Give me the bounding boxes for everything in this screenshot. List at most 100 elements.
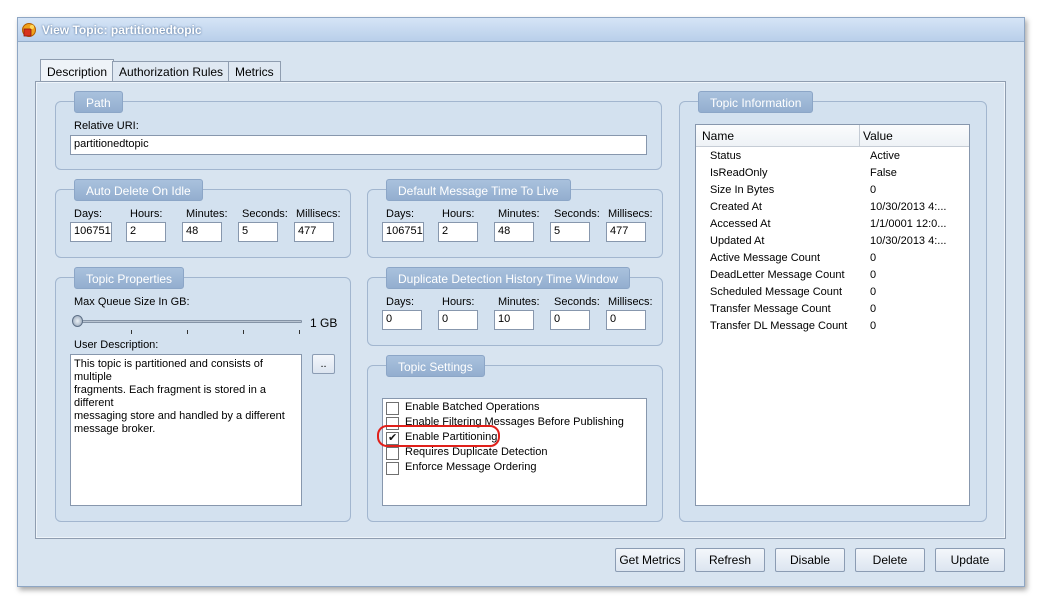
topic-info-header: Name Value: [696, 125, 969, 147]
user-description-textarea[interactable]: This topic is partitioned and consists o…: [70, 354, 302, 506]
topic-info-value: 0: [870, 252, 877, 264]
topic-info-value: Active: [870, 150, 900, 162]
checkbox[interactable]: [386, 402, 399, 415]
column-header-name[interactable]: Name: [702, 129, 734, 143]
column-divider: [859, 125, 860, 147]
auto-delete-millisecs-label: Millisecs:: [296, 208, 341, 220]
topic-info-row[interactable]: Updated At 10/30/2013 4:...: [696, 234, 969, 251]
window-title: View Topic: partitionedtopic: [42, 23, 202, 37]
topic-properties-legend: Topic Properties: [74, 267, 185, 289]
topic-info-name: Scheduled Message Count: [710, 286, 843, 298]
setting-enforce-message-ordering[interactable]: Enforce Message Ordering: [386, 461, 641, 476]
dup-seconds-input[interactable]: 0: [550, 310, 590, 330]
topic-info-name: Size In Bytes: [710, 184, 775, 196]
dup-days-input[interactable]: 0: [382, 310, 422, 330]
auto-delete-hours-label: Hours:: [130, 208, 163, 220]
topic-info-row[interactable]: Status Active: [696, 149, 969, 166]
tab-metrics[interactable]: Metrics: [228, 61, 281, 81]
topic-info-row[interactable]: Transfer DL Message Count 0: [696, 319, 969, 336]
default-ttl-millisecs-input[interactable]: 477: [606, 222, 646, 242]
partitioning-highlight: [377, 425, 500, 447]
default-ttl-hours-label: Hours:: [442, 208, 475, 220]
auto-delete-hours-input[interactable]: 2: [126, 222, 166, 242]
default-ttl-days-label: Days:: [386, 208, 415, 220]
auto-delete-seconds-input[interactable]: 5: [238, 222, 278, 242]
topic-info-row[interactable]: Size In Bytes 0: [696, 183, 969, 200]
delete-button[interactable]: Delete: [855, 548, 925, 572]
auto-delete-millisecs-input[interactable]: 477: [294, 222, 334, 242]
topic-info-name: IsReadOnly: [710, 167, 768, 179]
auto-delete-days-label: Days:: [74, 208, 103, 220]
get-metrics-button[interactable]: Get Metrics: [615, 548, 685, 572]
default-ttl-minutes-input[interactable]: 48: [494, 222, 534, 242]
slider-track: [74, 320, 302, 323]
disable-button[interactable]: Disable: [775, 548, 845, 572]
title-bar: View Topic: partitionedtopic: [18, 18, 1024, 42]
topic-info-value: 10/30/2013 4:...: [870, 235, 947, 247]
max-queue-size-value: 1 GB: [310, 316, 338, 330]
topic-info-name: Created At: [710, 201, 762, 213]
default-ttl-legend: Default Message Time To Live: [386, 179, 571, 201]
description-panel: Path Relative URI: partitionedtopic Auto…: [35, 81, 1006, 539]
dup-minutes-label: Minutes:: [498, 296, 540, 308]
topic-info-value: 0: [870, 303, 877, 315]
topic-settings-list: Enable Batched Operations Enable Filteri…: [382, 398, 647, 506]
dup-hours-input[interactable]: 0: [438, 310, 478, 330]
slider-tick: [299, 330, 300, 334]
relative-uri-input[interactable]: partitionedtopic: [70, 135, 647, 155]
default-ttl-millisecs-label: Millisecs:: [608, 208, 653, 220]
topic-info-row[interactable]: Created At 10/30/2013 4:...: [696, 200, 969, 217]
slider-thumb[interactable]: [72, 315, 83, 327]
default-ttl-minutes-label: Minutes:: [498, 208, 540, 220]
topic-info-legend: Topic Information: [698, 91, 814, 113]
topic-info-name: Status: [710, 150, 742, 162]
max-queue-size-slider[interactable]: [72, 312, 304, 336]
tab-authorization-rules[interactable]: Authorization Rules: [112, 61, 231, 81]
topic-info-name: Accessed At: [710, 218, 771, 230]
auto-delete-seconds-label: Seconds:: [242, 208, 288, 220]
topic-info-row[interactable]: Scheduled Message Count 0: [696, 285, 969, 302]
topic-info-value: 0: [870, 269, 877, 281]
auto-delete-days-input[interactable]: 106751: [70, 222, 112, 242]
checkbox[interactable]: [386, 462, 399, 475]
user-description-label: User Description:: [74, 339, 159, 351]
refresh-button[interactable]: Refresh: [695, 548, 765, 572]
topic-info-value: 0: [870, 320, 877, 332]
topic-info-value: 0: [870, 286, 877, 298]
dup-days-label: Days:: [386, 296, 415, 308]
auto-delete-minutes-input[interactable]: 48: [182, 222, 222, 242]
default-ttl-hours-input[interactable]: 2: [438, 222, 478, 242]
topic-info-row[interactable]: IsReadOnly False: [696, 166, 969, 183]
column-header-value[interactable]: Value: [863, 129, 893, 143]
default-ttl-seconds-label: Seconds:: [554, 208, 600, 220]
topic-info-row[interactable]: DeadLetter Message Count 0: [696, 268, 969, 285]
auto-delete-minutes-label: Minutes:: [186, 208, 228, 220]
dup-minutes-input[interactable]: 10: [494, 310, 534, 330]
topic-info-value: 0: [870, 184, 877, 196]
topic-info-row[interactable]: Accessed At 1/1/0001 12:0...: [696, 217, 969, 234]
default-ttl-seconds-input[interactable]: 5: [550, 222, 590, 242]
dup-seconds-label: Seconds:: [554, 296, 600, 308]
topic-info-name: Active Message Count: [710, 252, 821, 264]
setting-requires-duplicate-detection[interactable]: Requires Duplicate Detection: [386, 446, 641, 461]
checkbox[interactable]: [386, 447, 399, 460]
topic-info-row[interactable]: Transfer Message Count 0: [696, 302, 969, 319]
setting-enable-batched-operations[interactable]: Enable Batched Operations: [386, 401, 641, 416]
topic-info-row[interactable]: Active Message Count 0: [696, 251, 969, 268]
dup-millisecs-input[interactable]: 0: [606, 310, 646, 330]
auto-delete-legend: Auto Delete On Idle: [74, 179, 203, 201]
relative-uri-label: Relative URI:: [74, 120, 139, 132]
topic-settings-legend: Topic Settings: [386, 355, 485, 377]
default-ttl-days-input[interactable]: 106751: [382, 222, 424, 242]
update-button[interactable]: Update: [935, 548, 1005, 572]
edit-description-button[interactable]: ..: [312, 354, 335, 374]
topic-info-value: 10/30/2013 4:...: [870, 201, 947, 213]
topic-info-value: False: [870, 167, 897, 179]
topic-info-name: Updated At: [710, 235, 765, 247]
dup-hours-label: Hours:: [442, 296, 475, 308]
tab-description[interactable]: Description: [40, 59, 115, 81]
max-queue-size-label: Max Queue Size In GB:: [74, 296, 190, 308]
dup-detection-legend: Duplicate Detection History Time Window: [386, 267, 631, 289]
path-legend: Path: [74, 91, 123, 113]
topic-icon: [22, 23, 36, 37]
